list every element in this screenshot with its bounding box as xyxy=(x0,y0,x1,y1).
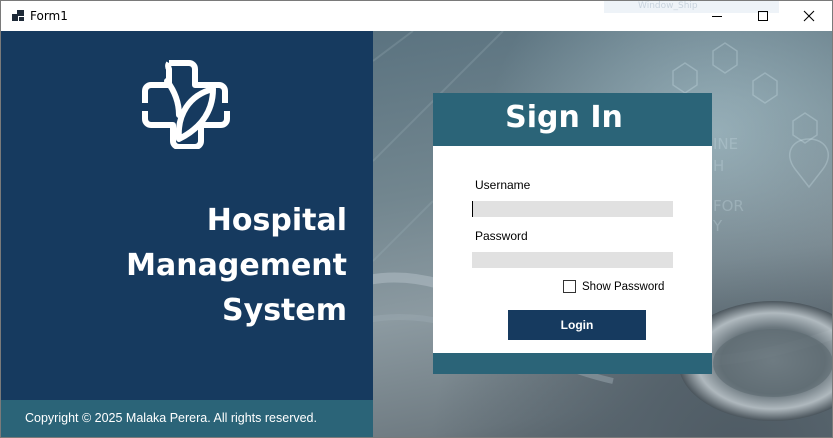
app-icon xyxy=(12,10,25,22)
footer-bar: Copyright © 2025 Malaka Perera. All righ… xyxy=(1,400,373,437)
svg-text:FOR: FOR xyxy=(713,197,744,215)
close-button[interactable] xyxy=(786,1,832,31)
app-name-line-2: Management xyxy=(126,248,347,283)
login-button[interactable]: Login xyxy=(508,310,646,340)
app-name-line-1: Hospital xyxy=(206,203,347,238)
show-password-label[interactable]: Show Password xyxy=(582,281,664,293)
window-title: Form1 xyxy=(30,9,68,23)
close-icon xyxy=(803,10,815,22)
sign-in-form: Username Password Show Password Login xyxy=(433,146,712,353)
sign-in-header: Sign In xyxy=(433,93,712,146)
login-window: Form1 Window_Ship Hospital Management Sy… xyxy=(0,0,833,438)
app-name-line-3: System xyxy=(222,293,347,328)
svg-text:Y: Y xyxy=(712,217,723,235)
minimize-icon xyxy=(712,16,722,17)
sign-in-card: Sign In Username Password Show Password … xyxy=(433,93,712,374)
copyright-text: Copyright © 2025 Malaka Perera. All righ… xyxy=(25,411,317,425)
username-label: Username xyxy=(475,178,531,192)
branding-panel: Hospital Management System Copyright © 2… xyxy=(1,31,373,437)
svg-text:INE: INE xyxy=(713,135,738,153)
maximize-icon xyxy=(758,11,768,21)
maximize-button[interactable] xyxy=(740,1,786,31)
username-input[interactable] xyxy=(472,201,673,217)
minimize-button[interactable] xyxy=(694,1,740,31)
show-password-checkbox[interactable] xyxy=(563,280,576,293)
app-name-heading: Hospital Management System xyxy=(126,198,347,333)
password-label: Password xyxy=(475,229,528,243)
sign-in-heading: Sign In xyxy=(505,100,623,135)
medical-cross-logo-icon xyxy=(142,60,230,149)
svg-text:H: H xyxy=(713,157,724,175)
password-input[interactable] xyxy=(472,252,673,268)
title-bar[interactable]: Form1 Window_Ship xyxy=(1,1,832,31)
